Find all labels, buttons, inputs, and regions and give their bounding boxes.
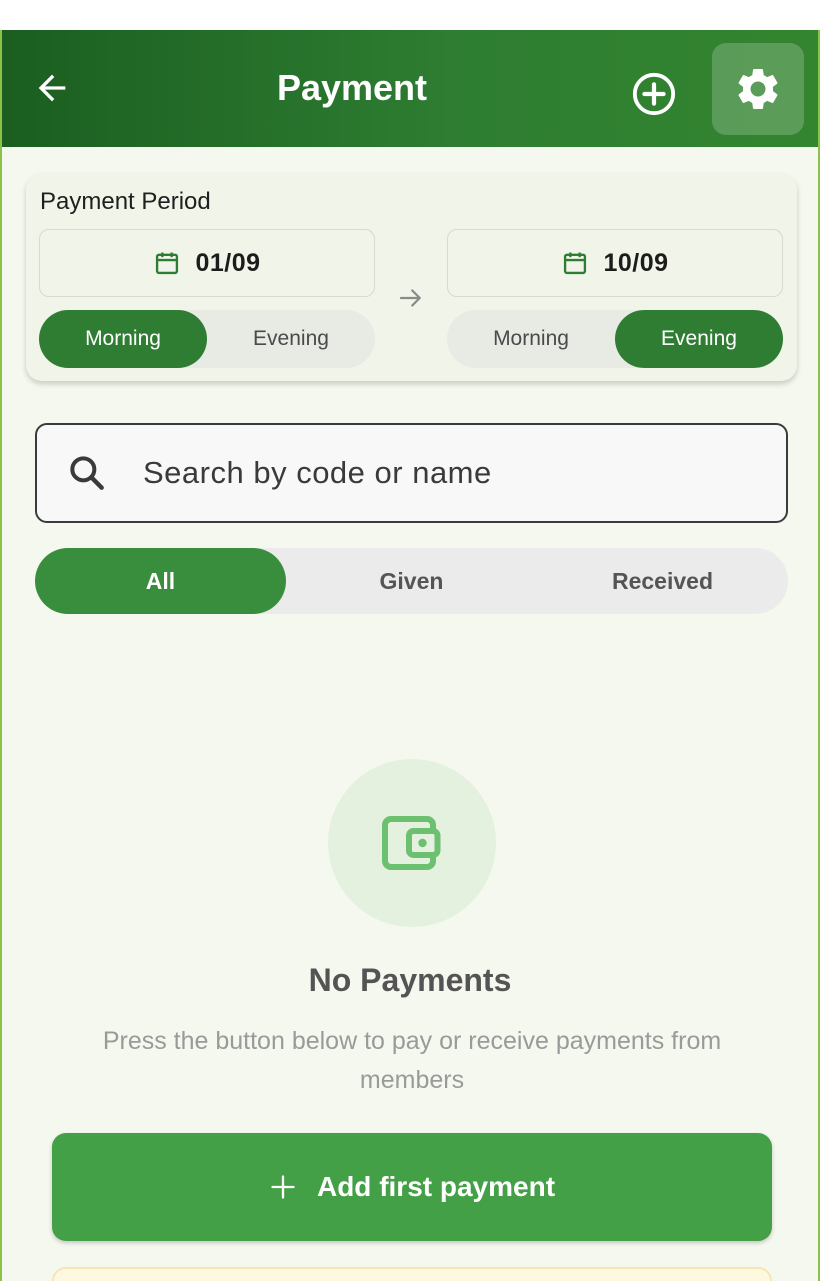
- payment-period-label: Payment Period: [40, 188, 211, 215]
- to-shift-toggle: Morning Evening: [447, 310, 783, 368]
- from-date-picker[interactable]: 01/09: [39, 229, 375, 297]
- plus-circle-icon: [632, 72, 676, 116]
- payment-period-card: Payment Period 01/09 10/09 Morning Eveni…: [26, 174, 797, 381]
- empty-state-title: No Payments: [308, 962, 512, 998]
- from-shift-evening[interactable]: Evening: [207, 310, 375, 368]
- filter-all[interactable]: All: [35, 548, 286, 614]
- app-bar: Payment: [2, 30, 818, 147]
- from-date-value: 01/09: [195, 248, 261, 277]
- settings-button[interactable]: [712, 43, 804, 135]
- payment-filter: All Given Received: [35, 548, 788, 614]
- add-first-payment-label: Add first payment: [316, 1171, 556, 1202]
- add-payment-button[interactable]: [626, 66, 682, 122]
- calendar-icon: [156, 252, 179, 275]
- plus-icon: [271, 1175, 295, 1199]
- from-shift-toggle: Morning Evening: [39, 310, 375, 368]
- gear-icon: [738, 69, 778, 109]
- search-box: [35, 423, 788, 523]
- search-input[interactable]: [143, 455, 743, 491]
- calendar-icon: [564, 252, 587, 275]
- to-shift-evening[interactable]: Evening: [615, 310, 783, 368]
- to-shift-morning[interactable]: Morning: [447, 310, 615, 368]
- page-title: Payment: [276, 67, 428, 108]
- empty-state-icon-circle: [328, 759, 496, 927]
- payment-screen: Payment Payment Period 01/09 10/09 Morni…: [0, 30, 820, 1281]
- filter-given[interactable]: Given: [286, 548, 537, 614]
- wallet-icon: [382, 816, 441, 870]
- to-date-value: 10/09: [603, 248, 669, 277]
- search-icon: [70, 456, 104, 490]
- info-banner: [52, 1267, 772, 1281]
- empty-state-description: Press the button below to pay or receive…: [102, 1027, 722, 1094]
- arrow-right-icon: [399, 289, 421, 307]
- arrow-left-icon: [38, 74, 66, 102]
- filter-received[interactable]: Received: [537, 548, 788, 614]
- to-date-picker[interactable]: 10/09: [447, 229, 783, 297]
- from-shift-morning[interactable]: Morning: [39, 310, 207, 368]
- back-button[interactable]: [28, 64, 76, 112]
- add-first-payment-button[interactable]: Add first payment: [52, 1133, 772, 1241]
